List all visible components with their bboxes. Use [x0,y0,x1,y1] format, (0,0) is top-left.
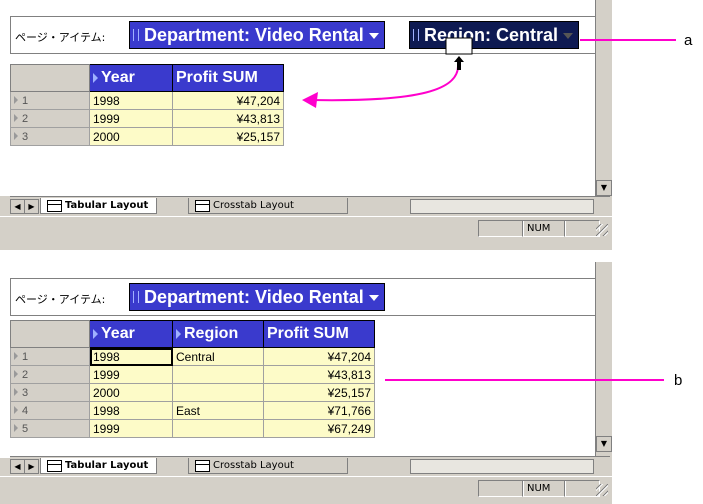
arrowhead-icon [302,92,318,108]
drag-cursor-icon [454,56,464,70]
annotation-label-a: a [684,32,693,49]
annotation-label-b: b [674,372,683,389]
drag-ghost-icon [445,37,473,55]
move-arrow-path [309,63,460,102]
annotation-overlay [302,37,676,381]
